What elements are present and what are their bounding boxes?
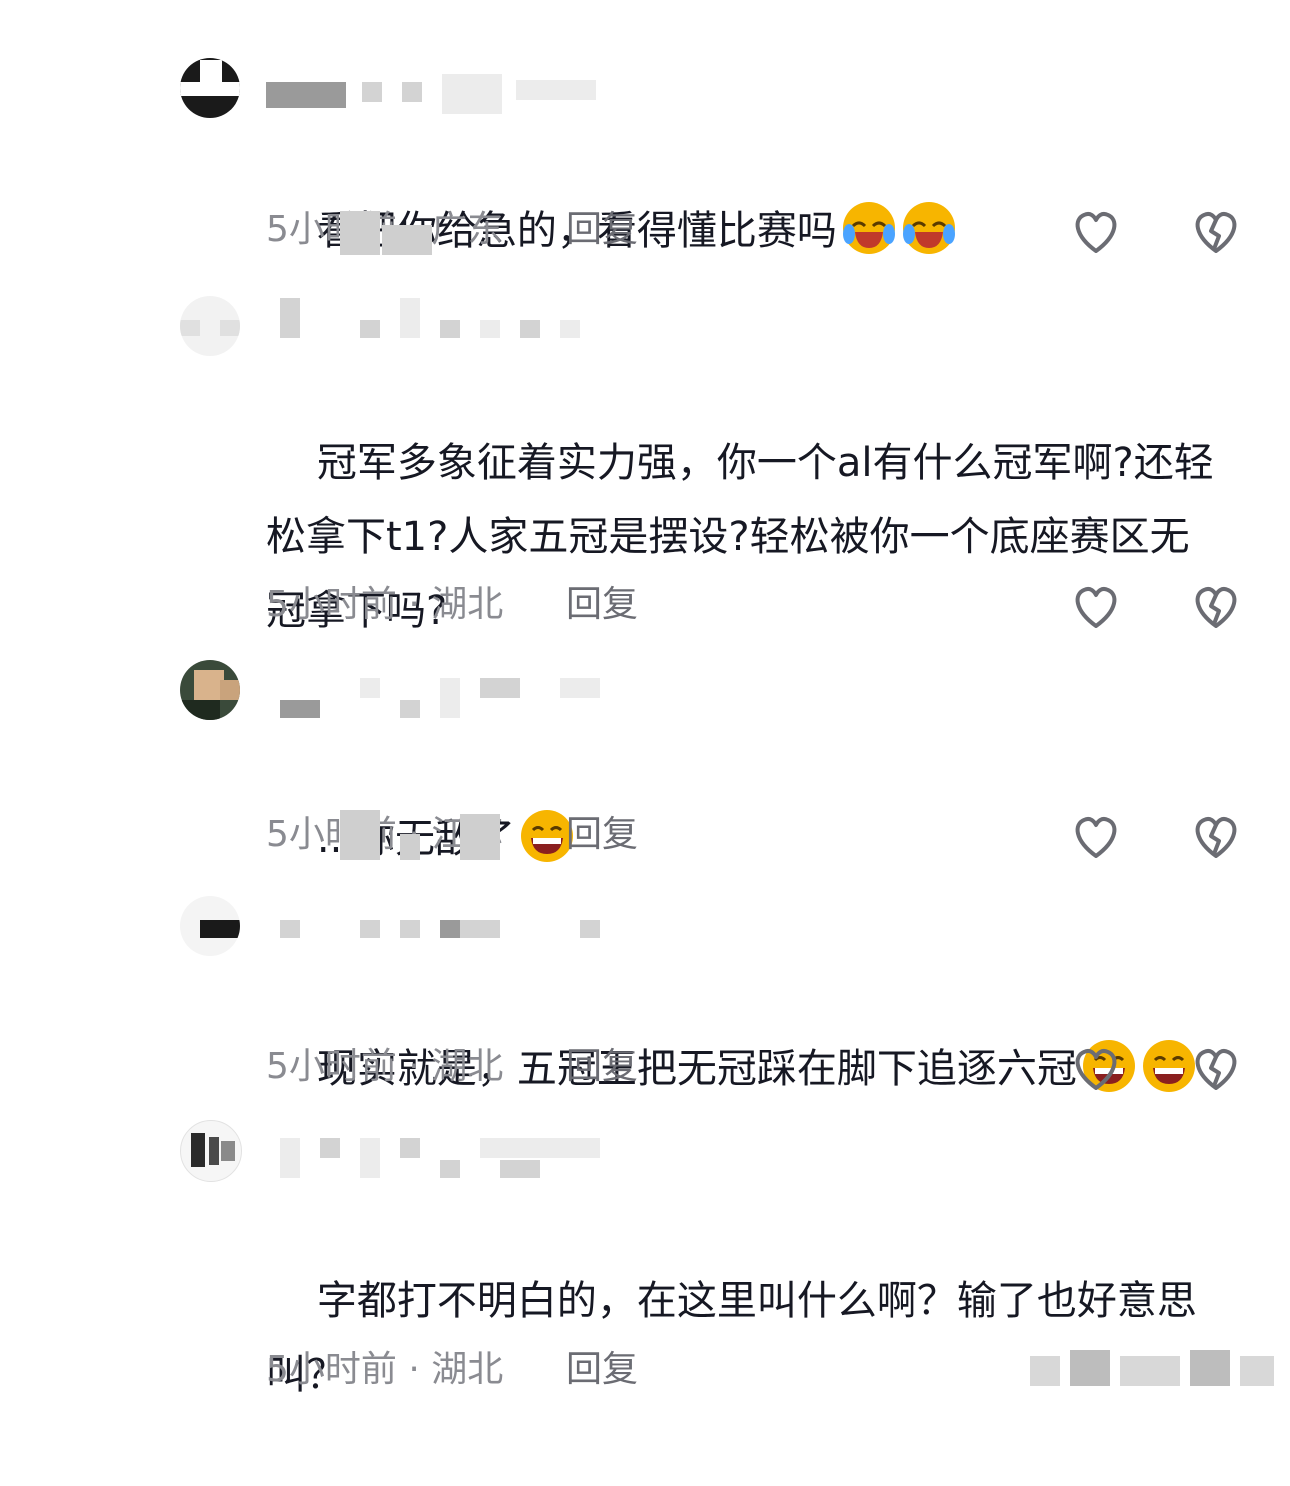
comment-meta: 5小时前 · 广东 回复 <box>266 205 1266 255</box>
reply-button[interactable]: 回复 <box>566 580 638 630</box>
dislike-icon[interactable] <box>1190 205 1242 257</box>
username-blurred[interactable] <box>266 298 606 338</box>
comment-time-location: 5小时前 · 湖北 <box>266 584 504 625</box>
username-blurred[interactable] <box>266 918 606 958</box>
like-icon[interactable] <box>1070 580 1122 632</box>
avatar[interactable] <box>180 660 240 720</box>
reply-button[interactable]: 回复 <box>566 1042 638 1092</box>
avatar[interactable] <box>180 296 240 356</box>
avatar[interactable] <box>180 896 240 956</box>
avatar[interactable] <box>180 58 240 118</box>
username-blurred[interactable] <box>266 678 606 718</box>
like-icon[interactable] <box>1070 810 1122 862</box>
like-icon[interactable] <box>1070 1042 1122 1094</box>
dislike-icon[interactable] <box>1190 580 1242 632</box>
comment-meta: 5小时前 · 江苏 回复 <box>266 810 1266 860</box>
comment-meta: 5小时前 · 湖北 回复 <box>266 1042 1266 1092</box>
watermark <box>1030 1350 1280 1390</box>
username-blurred[interactable] <box>266 1138 606 1178</box>
reply-button[interactable]: 回复 <box>566 1345 638 1395</box>
reply-button[interactable]: 回复 <box>566 810 638 860</box>
like-icon[interactable] <box>1070 205 1122 257</box>
dislike-icon[interactable] <box>1190 810 1242 862</box>
reply-button[interactable]: 回复 <box>566 205 638 255</box>
comment-text: 冠军多象征着实力强，你一个al有什么冠军啊?还轻松拿下t1?人家五冠是摆设?轻松… <box>266 352 1226 722</box>
username-blurred[interactable] <box>266 74 606 114</box>
comment-meta: 5小时前 · 湖北 回复 <box>266 580 1266 630</box>
comment-text: 字都打不明白的，在这里叫什么啊？输了也好意思叫？ <box>266 1190 1236 1486</box>
dislike-icon[interactable] <box>1190 1042 1242 1094</box>
comment-time-location: 5小时前 · 湖北 <box>266 1046 504 1087</box>
comment-time-location: 5小时前 · 湖北 <box>266 1349 504 1390</box>
avatar[interactable] <box>180 1120 242 1182</box>
